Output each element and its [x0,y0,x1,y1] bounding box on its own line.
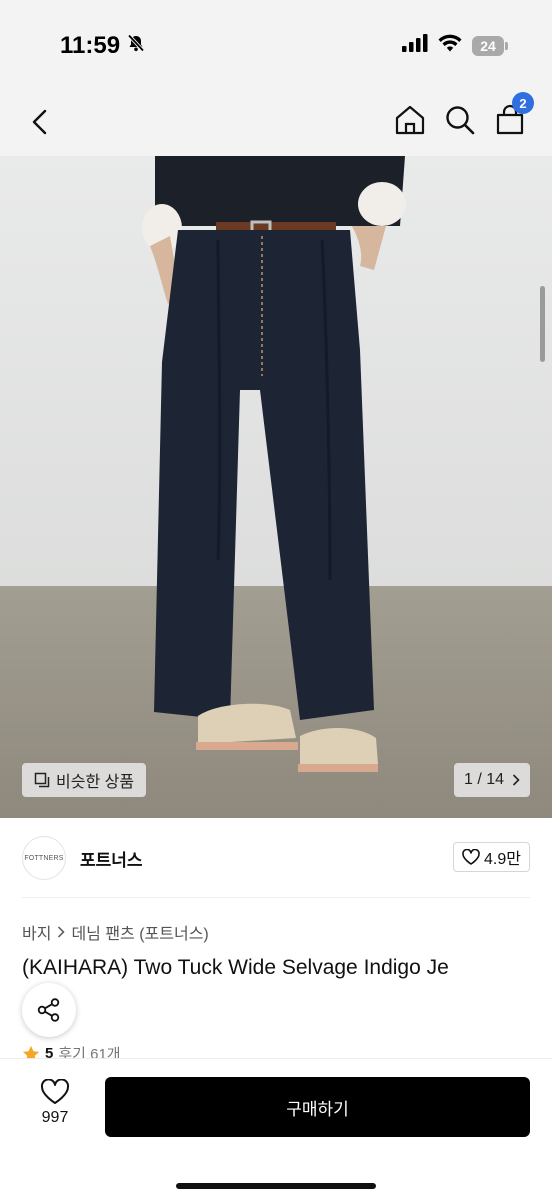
bottom-action-bar: 997 구매하기 [0,1058,552,1200]
copy-icon [34,772,50,788]
search-icon [446,106,475,135]
brand-row[interactable]: FOTTNERS 포트너스 4.9만 [22,835,530,881]
breadcrumb-category[interactable]: 바지 [22,920,51,944]
brand-like-count: 4.9만 [484,851,521,868]
status-bar: 11:59 24 [0,0,552,90]
image-counter: 1 / 14 [463,771,504,788]
status-time: 11:59 [60,32,121,59]
cart-button[interactable]: 2 [494,92,534,136]
nav-actions: 2 [394,92,534,136]
product-image[interactable] [0,156,552,818]
scroll-indicator[interactable] [540,286,545,362]
back-button[interactable] [22,104,58,140]
nav-header: 2 [0,90,552,156]
chevron-right-icon [58,926,66,938]
product-photo [0,156,552,818]
home-icon [395,105,425,135]
chevron-right-icon [512,774,520,786]
product-title: (KAIHARA) Two Tuck Wide Selvage Indigo J… [22,956,449,979]
home-indicator [176,1183,376,1189]
similar-products-button[interactable]: 비슷한 상품 [22,763,147,797]
similar-products-label: 비슷한 상품 [56,774,135,791]
home-button[interactable] [394,104,426,136]
wishlist-button[interactable]: 997 [28,1079,82,1127]
image-counter-button[interactable]: 1 / 14 [453,763,530,797]
signal-icon [402,34,428,57]
heart-icon [40,1079,70,1104]
brand-logo[interactable]: FOTTNERS [22,836,66,880]
share-icon [37,998,60,1022]
heart-icon [462,849,480,865]
wishlist-count: 997 [41,1109,69,1126]
breadcrumb: 바지 데님 팬츠 (포트너스) [22,920,209,944]
brand-name[interactable]: 포트너스 [80,846,143,871]
back-icon [32,109,47,135]
bell-slash-icon [126,32,146,60]
buy-button[interactable]: 구매하기 [105,1077,530,1137]
share-button[interactable] [22,983,76,1037]
cart-count-badge: 2 [512,92,534,114]
brand-like-button[interactable]: 4.9만 [453,842,530,872]
breadcrumb-subcategory[interactable]: 데님 팬츠 (포트너스) [71,920,208,944]
status-indicators: 24 [402,34,508,57]
wifi-icon [438,34,462,57]
status-time-group: 11:59 [60,32,146,60]
search-button[interactable] [444,104,476,136]
divider [22,897,530,898]
battery-icon: 24 [472,35,508,56]
